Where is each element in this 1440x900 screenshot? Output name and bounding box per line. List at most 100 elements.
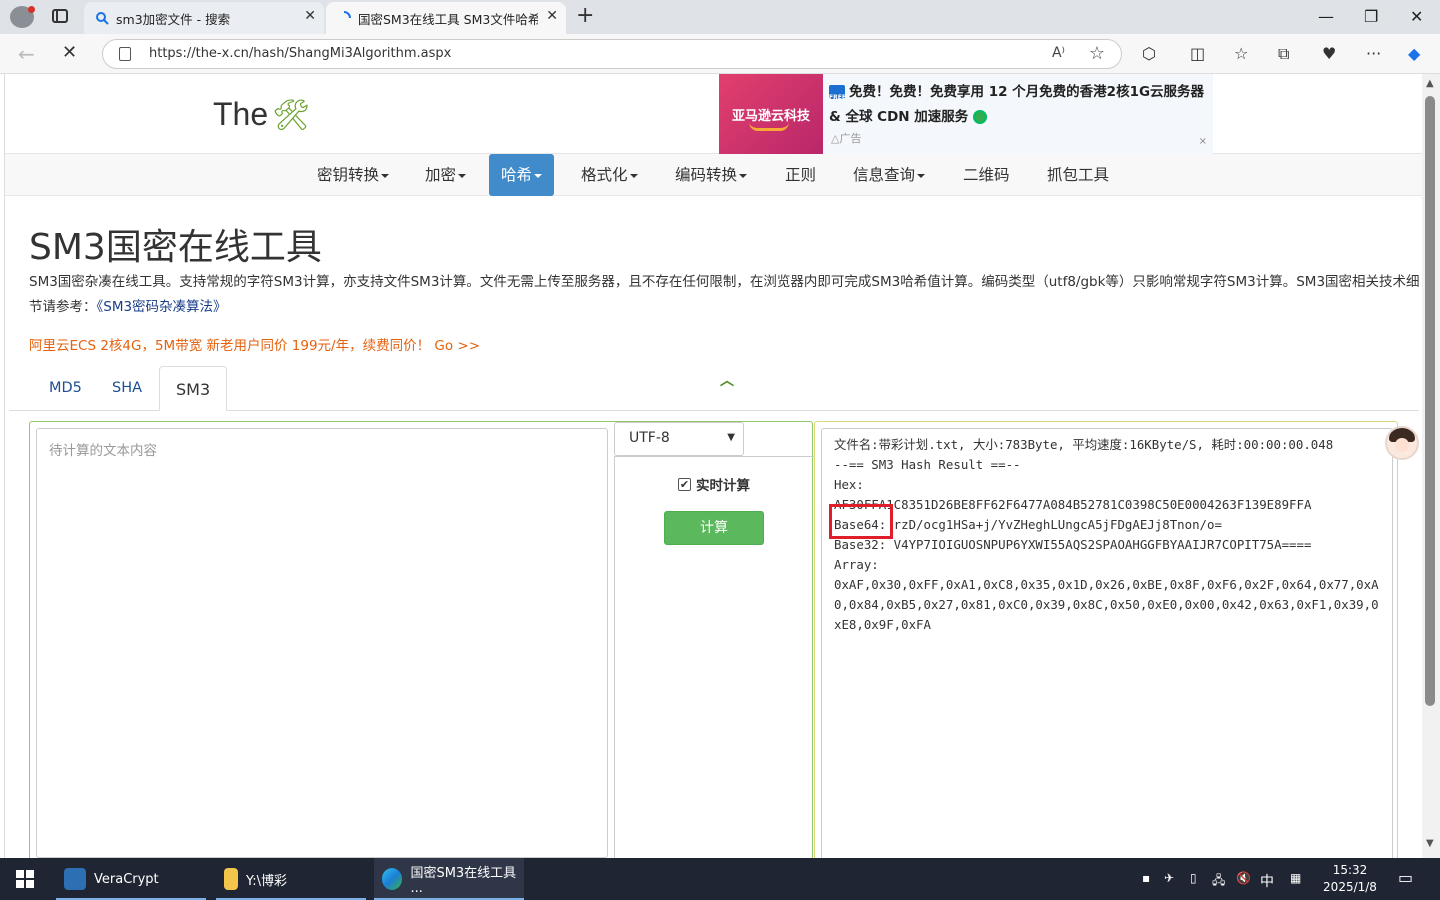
hash-output[interactable]: 文件名:带彩计划.txt, 大小:783Byte, 平均速度:16KByte/S… (821, 428, 1393, 858)
site-navbar: 密钥转换 加密 哈希 格式化 编码转换 正则 信息查询 二维码 抓包工具 (5, 154, 1422, 196)
address-bar[interactable]: https://the-x.cn/hash/ShangMi3Algorithm.… (102, 39, 1122, 69)
copilot-icon[interactable]: ◆ (1408, 44, 1420, 63)
chevron-down-icon: ▼ (727, 432, 735, 443)
nav-hash[interactable]: 哈希 (489, 154, 555, 196)
caret-down-icon (917, 173, 926, 178)
nav-encrypt[interactable]: 加密 (413, 154, 478, 196)
ime-indicator[interactable]: 中 (1260, 871, 1274, 891)
taskbar-app-edge[interactable]: 国密SM3在线工具 ... (374, 858, 524, 900)
encoding-select[interactable]: UTF-8 ▼ (614, 422, 744, 456)
site-header: The 🛠 亚马逊云科技 FREE 免费！免费！免费享用 12 个月免费的香港2核1… (5, 74, 1422, 154)
taskbar-app-explorer[interactable]: Y:\博彩 (216, 858, 366, 900)
scrollbar-thumb[interactable] (1425, 96, 1435, 706)
browser-essentials-icon[interactable]: ♥ (1322, 44, 1336, 63)
site-logo[interactable]: The 🛠 (213, 96, 310, 133)
more-menu-icon[interactable]: ··· (1366, 44, 1381, 63)
nav-encoding[interactable]: 编码转换 (663, 154, 759, 196)
profile-avatar-icon[interactable] (10, 6, 35, 28)
globe-icon (973, 110, 987, 124)
tab-actions-icon[interactable] (52, 9, 68, 23)
page-scrollbar[interactable]: ▲ ▼ (1422, 74, 1440, 858)
split-screen-icon[interactable]: ◫ (1190, 44, 1205, 63)
ad-close-icon[interactable]: × (1199, 136, 1207, 147)
extensions-icon[interactable]: ⬡ (1142, 44, 1156, 63)
scroll-up-icon[interactable]: ▲ (1426, 78, 1434, 89)
favorite-star-icon[interactable]: ☆ (1089, 43, 1105, 64)
new-tab-button[interactable]: + (576, 3, 594, 28)
caret-down-icon (629, 173, 638, 178)
nav-format[interactable]: 格式化 (569, 154, 650, 196)
notification-center-icon[interactable]: ▭ (1398, 868, 1413, 887)
lock-icon[interactable] (119, 47, 131, 61)
text-input[interactable]: 待计算的文本内容 (36, 428, 608, 858)
promo-link[interactable]: 阿里云ECS 2核4G，5M带宽 新老用户同价 199元/年，续费同价！ Go … (29, 334, 480, 354)
caret-down-icon (739, 173, 748, 178)
page-description: SM3国密杂凑在线工具。支持常规的字符SM3计算，亦支持文件SM3计算。文件无需… (29, 274, 1420, 315)
caret-down-icon (458, 173, 467, 178)
close-tab-icon[interactable]: ✕ (304, 8, 316, 24)
collections-icon[interactable]: ⧉ (1278, 44, 1289, 64)
minimize-icon[interactable]: — (1318, 7, 1334, 26)
caret-down-icon (534, 173, 543, 178)
nav-regex[interactable]: 正则 (773, 154, 828, 196)
tab-md5[interactable]: MD5 (33, 366, 98, 411)
nav-info-query[interactable]: 信息查询 (841, 154, 937, 196)
browser-tab-active[interactable]: 国密SM3在线工具 SM3文件哈希工 ✕ (326, 2, 566, 34)
assistant-avatar[interactable] (1385, 426, 1419, 460)
usb-icon[interactable]: ▯ (1190, 871, 1197, 885)
read-aloud-icon[interactable]: A⁾ (1052, 45, 1065, 61)
browser-tab-title: 国密SM3在线工具 SM3文件哈希工 (358, 11, 538, 27)
ad-image: 亚马逊云科技 (719, 74, 823, 154)
browser-tab-strip: sm3加密文件 - 搜索 ✕ 国密SM3在线工具 SM3文件哈希工 ✕ + — … (0, 0, 1440, 34)
ad-banner[interactable]: 亚马逊云科技 FREE 免费！免费！免费享用 12 个月免费的香港2核1G云服务器… (719, 74, 1213, 154)
logo-text: The (213, 96, 269, 132)
close-tab-icon[interactable]: ✕ (546, 8, 558, 24)
volume-muted-icon[interactable]: 🔇 (1236, 871, 1251, 885)
taskbar: VeraCrypt Y:\博彩 国密SM3在线工具 ... ▪ ✈ ▯ 🖧 🔇 … (0, 858, 1440, 900)
back-icon[interactable]: ← (18, 42, 35, 66)
nav-capture-tool[interactable]: 抓包工具 (1035, 154, 1121, 196)
ad-headline: 免费！免费！免费享用 12 个月免费的香港2核1G云服务器 & 全球 CDN 加… (829, 84, 1205, 125)
caret-down-icon (381, 173, 390, 178)
network-icon[interactable]: 🖧 (1212, 871, 1225, 892)
taskbar-app-veracrypt[interactable]: VeraCrypt (56, 858, 206, 900)
sm3-reference-link[interactable]: 《SM3密码杂凑算法》 (97, 299, 227, 315)
address-bar-row: ← ✕ https://the-x.cn/hash/ShangMi3Algori… (0, 34, 1440, 74)
free-badge-icon: FREE (829, 85, 846, 101)
page-viewport: The 🛠 亚马逊云科技 FREE 免费！免费！免费享用 12 个月免费的香港2核1… (4, 74, 1422, 858)
browser-tab-title: sm3加密文件 - 搜索 (116, 11, 231, 27)
loading-icon (343, 11, 351, 19)
close-window-icon[interactable]: ✕ (1410, 7, 1423, 26)
ad-label: △广告 (831, 132, 862, 145)
checkmark-icon: ✔ (678, 477, 691, 491)
calculate-button[interactable]: 计算 (664, 511, 764, 545)
scroll-down-icon[interactable]: ▼ (1426, 838, 1434, 849)
nav-key-convert[interactable]: 密钥转换 (305, 154, 401, 196)
keyboard-icon[interactable]: ▦ (1290, 871, 1301, 885)
favorites-icon[interactable]: ☆ (1234, 44, 1248, 63)
windows-start-icon[interactable] (16, 870, 34, 888)
tools-icon: 🛠 (272, 99, 311, 132)
search-icon (96, 12, 109, 25)
realtime-checkbox[interactable]: ✔ 实时计算 (678, 474, 750, 494)
stop-loading-icon[interactable]: ✕ (62, 42, 77, 63)
tray-network-app-icon[interactable]: ✈ (1164, 871, 1174, 885)
browser-tab-search[interactable]: sm3加密文件 - 搜索 ✕ (84, 2, 324, 34)
system-clock[interactable]: 15:32 2025/1/8 (1318, 862, 1382, 896)
output-panel: 文件名:带彩计划.txt, 大小:783Byte, 平均速度:16KByte/S… (814, 421, 1398, 858)
veracrypt-icon (64, 868, 86, 890)
page-title: SM3国密在线工具 (29, 227, 322, 268)
folder-icon (224, 868, 238, 890)
tab-sha[interactable]: SHA (96, 366, 158, 411)
tray-notification-icon[interactable]: ▪ (1142, 871, 1150, 885)
ad-text: FREE 免费！免费！免费享用 12 个月免费的香港2核1G云服务器 & 全球 C… (829, 80, 1207, 130)
edge-icon (382, 868, 403, 890)
restore-icon[interactable]: ❐ (1364, 7, 1378, 26)
collapse-chevron-icon[interactable]: ︿ (720, 370, 734, 390)
red-highlight-box (829, 504, 893, 539)
tab-sm3[interactable]: SM3 (159, 366, 228, 411)
input-panel: 待计算的文本内容 UTF-8 ▼ ✔ 实时计算 计算 (29, 421, 814, 858)
url-text[interactable]: https://the-x.cn/hash/ShangMi3Algorithm.… (149, 46, 451, 61)
nav-qrcode[interactable]: 二维码 (951, 154, 1022, 196)
hash-tabs: MD5 SHA SM3 (9, 366, 1419, 411)
